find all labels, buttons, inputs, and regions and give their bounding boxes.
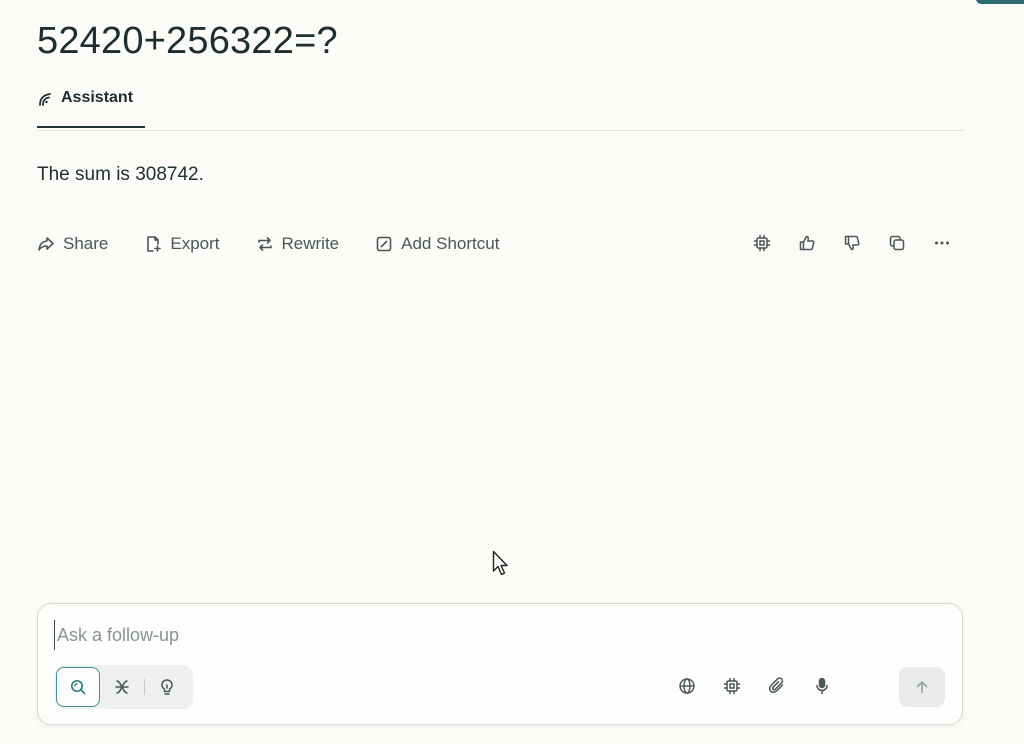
rewrite-icon xyxy=(257,237,272,251)
follow-up-input[interactable] xyxy=(54,620,917,650)
reasoning-mode-icon xyxy=(161,679,173,695)
answer-tools xyxy=(752,232,952,254)
export-label: Export xyxy=(170,234,220,253)
answer-text: The sum is 308742. xyxy=(37,164,204,185)
tab-assistant[interactable]: Assistant xyxy=(37,84,145,128)
mouse-cursor-icon xyxy=(492,550,508,576)
microphone-icon xyxy=(816,677,828,695)
rewrite-button[interactable]: Rewrite xyxy=(256,234,340,254)
share-button[interactable]: Share xyxy=(37,234,108,254)
page-title: 52420+256322=? xyxy=(37,20,338,62)
assistant-icon xyxy=(39,93,51,106)
arrow-up-icon xyxy=(916,681,928,694)
composer-tools xyxy=(677,676,832,696)
mode-selector xyxy=(55,665,193,709)
add-shortcut-label: Add Shortcut xyxy=(401,234,500,253)
tab-label: Assistant xyxy=(61,89,134,106)
answer-actions: Share Export Rewrite Add Shortcut xyxy=(37,230,535,258)
thumbs-up-button[interactable] xyxy=(797,232,817,254)
thumbs-down-icon xyxy=(844,235,860,251)
more-button[interactable] xyxy=(932,232,952,254)
export-button[interactable]: Export xyxy=(144,234,220,254)
share-label: Share xyxy=(63,234,109,253)
rewrite-label: Rewrite xyxy=(281,234,340,253)
thumbs-up-icon xyxy=(799,235,815,251)
send-button[interactable] xyxy=(899,667,945,707)
add-shortcut-icon xyxy=(376,236,392,252)
composer-model-button[interactable] xyxy=(722,676,742,696)
sources-button[interactable] xyxy=(677,676,697,696)
copy-icon xyxy=(889,235,905,251)
more-icon xyxy=(935,241,949,245)
add-shortcut-button[interactable]: Add Shortcut xyxy=(375,234,499,254)
model-chip-icon xyxy=(753,234,771,252)
share-icon xyxy=(38,237,54,251)
research-mode-icon xyxy=(115,680,129,694)
globe-icon xyxy=(679,678,695,694)
export-icon xyxy=(147,236,162,252)
copy-button[interactable] xyxy=(887,232,907,254)
follow-up-composer xyxy=(37,603,963,725)
tab-bar: Assistant xyxy=(37,84,964,131)
research-mode-button[interactable] xyxy=(100,667,144,707)
voice-button[interactable] xyxy=(812,676,832,696)
search-mode-icon xyxy=(70,679,86,695)
window-corner-tab xyxy=(976,0,1024,4)
reasoning-mode-button[interactable] xyxy=(145,667,189,707)
model-chip-icon xyxy=(723,677,741,695)
thumbs-down-button[interactable] xyxy=(842,232,862,254)
search-mode-button[interactable] xyxy=(56,667,100,707)
attach-button[interactable] xyxy=(767,676,787,696)
model-button[interactable] xyxy=(752,232,772,254)
attach-icon xyxy=(768,677,784,694)
